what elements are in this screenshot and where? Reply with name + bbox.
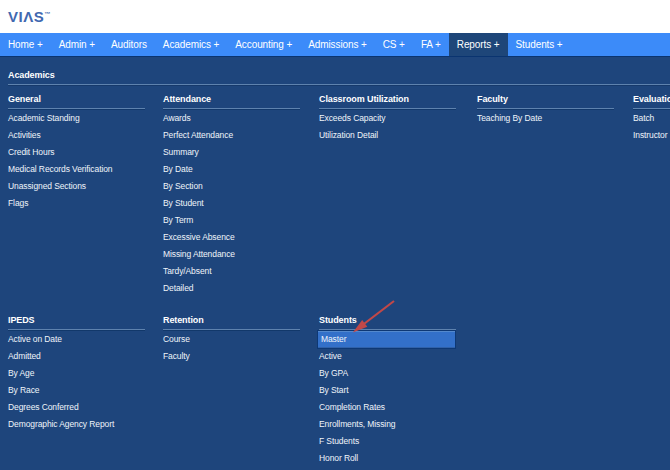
logo-text: VIΛS: [8, 8, 44, 25]
column-header-faculty: Faculty: [477, 92, 614, 108]
menu-column-general: General Academic StandingActivitiesCredit…: [8, 92, 145, 212]
menu-item-medical-records-verification[interactable]: Medical Records Verification: [8, 161, 145, 178]
logo-trademark: ™: [44, 11, 50, 17]
reports-mega-menu: Academics General Academic StandingActivi…: [0, 57, 670, 470]
menu-item-flags[interactable]: Flags: [8, 195, 145, 212]
menu-item-by-section[interactable]: By Section: [163, 178, 300, 195]
menu-item-enrollments-missing[interactable]: Enrollments, Missing: [319, 416, 456, 433]
menu-item-awards[interactable]: Awards: [163, 110, 300, 127]
mega-title-rule: [8, 84, 670, 85]
menu-item-by-start[interactable]: By Start: [319, 382, 456, 399]
menu-column-ipeds: IPEDS Active on DateAdmittedBy AgeBy Race…: [8, 313, 145, 433]
nav-item-admissions[interactable]: Admissions +: [300, 33, 375, 56]
menu-item-course[interactable]: Course: [163, 331, 300, 348]
menu-item-master[interactable]: Master: [317, 330, 456, 349]
nav-item-accounting[interactable]: Accounting +: [227, 33, 300, 56]
menu-item-detailed[interactable]: Detailed: [163, 280, 300, 297]
nav-item-reports[interactable]: Reports +: [449, 33, 508, 56]
menu-item-faculty[interactable]: Faculty: [163, 348, 300, 365]
menu-item-utilization-detail[interactable]: Utilization Detail: [319, 127, 456, 144]
nav-item-home[interactable]: Home +: [0, 33, 51, 56]
menu-item-unassigned-sections[interactable]: Unassigned Sections: [8, 178, 145, 195]
nav-item-cs[interactable]: CS +: [375, 33, 413, 56]
column-header-general: General: [8, 92, 145, 108]
menu-item-by-date[interactable]: By Date: [163, 161, 300, 178]
top-bar: VIΛS™: [0, 0, 670, 33]
menu-item-by-term[interactable]: By Term: [163, 212, 300, 229]
menu-item-exceeds-capacity[interactable]: Exceeds Capacity: [319, 110, 456, 127]
menu-item-perfect-attendance[interactable]: Perfect Attendance: [163, 127, 300, 144]
menu-item-tardy-absent[interactable]: Tardy/Absent: [163, 263, 300, 280]
mega-menu-title: Academics: [8, 70, 55, 80]
menu-item-academic-standing[interactable]: Academic Standing: [8, 110, 145, 127]
column-header-ipeds: IPEDS: [8, 313, 145, 329]
menu-column-retention: Retention CourseFaculty: [163, 313, 300, 365]
menu-column-attendance: Attendance AwardsPerfect AttendanceSummar…: [163, 92, 300, 297]
column-rule: [633, 108, 670, 109]
menu-column-faculty: Faculty Teaching By Date: [477, 92, 614, 127]
menu-item-credit-hours[interactable]: Credit Hours: [8, 144, 145, 161]
menu-item-active[interactable]: Active: [319, 348, 456, 365]
menu-item-activities[interactable]: Activities: [8, 127, 145, 144]
nav-item-fa[interactable]: FA +: [413, 33, 449, 56]
menu-item-batch[interactable]: Batch: [633, 110, 670, 127]
nav-item-academics[interactable]: Academics +: [155, 33, 227, 56]
column-rule: [477, 108, 614, 109]
column-header-retention: Retention: [163, 313, 300, 329]
menu-item-completion-rates[interactable]: Completion Rates: [319, 399, 456, 416]
column-rule: [8, 108, 145, 109]
nav-item-admin[interactable]: Admin +: [51, 33, 103, 56]
menu-column-classroom-utilization: Classroom Utilization Exceeds CapacityUti…: [319, 92, 456, 144]
menu-item-teaching-by-date[interactable]: Teaching By Date: [477, 110, 614, 127]
menu-item-by-race[interactable]: By Race: [8, 382, 145, 399]
column-rule: [163, 329, 300, 330]
menu-item-degrees-conferred[interactable]: Degrees Conferred: [8, 399, 145, 416]
column-header-students: Students: [319, 313, 456, 329]
menu-item-missing-attendance[interactable]: Missing Attendance: [163, 246, 300, 263]
menu-item-active-on-date[interactable]: Active on Date: [8, 331, 145, 348]
column-header-classroom-utilization: Classroom Utilization: [319, 92, 456, 108]
menu-item-by-age[interactable]: By Age: [8, 365, 145, 382]
menu-item-demographic-agency-report[interactable]: Demographic Agency Report: [8, 416, 145, 433]
menu-column-students: StudentsMasterActiveBy GPABy StartComple…: [319, 313, 456, 467]
menu-item-summary[interactable]: Summary: [163, 144, 300, 161]
menu-item-f-students[interactable]: F Students: [319, 433, 456, 450]
menu-item-by-gpa[interactable]: By GPA: [319, 365, 456, 382]
nav-item-students[interactable]: Students +: [508, 33, 571, 56]
main-nav: Home +Admin +AuditorsAcademics +Accounti…: [0, 33, 670, 57]
menu-column-evaluation: Evaluation BatchInstructor: [633, 92, 670, 144]
column-rule: [163, 108, 300, 109]
column-rule: [319, 108, 456, 109]
nav-item-auditors[interactable]: Auditors: [103, 33, 155, 56]
column-header-evaluation: Evaluation: [633, 92, 670, 108]
menu-item-admitted[interactable]: Admitted: [8, 348, 145, 365]
menu-item-instructor[interactable]: Instructor: [633, 127, 670, 144]
column-rule: [8, 329, 145, 330]
menu-item-excessive-absence[interactable]: Excessive Absence: [163, 229, 300, 246]
vias-logo[interactable]: VIΛS™: [8, 5, 50, 26]
menu-item-by-student[interactable]: By Student: [163, 195, 300, 212]
column-header-attendance: Attendance: [163, 92, 300, 108]
menu-item-honor-roll[interactable]: Honor Roll: [319, 450, 456, 467]
